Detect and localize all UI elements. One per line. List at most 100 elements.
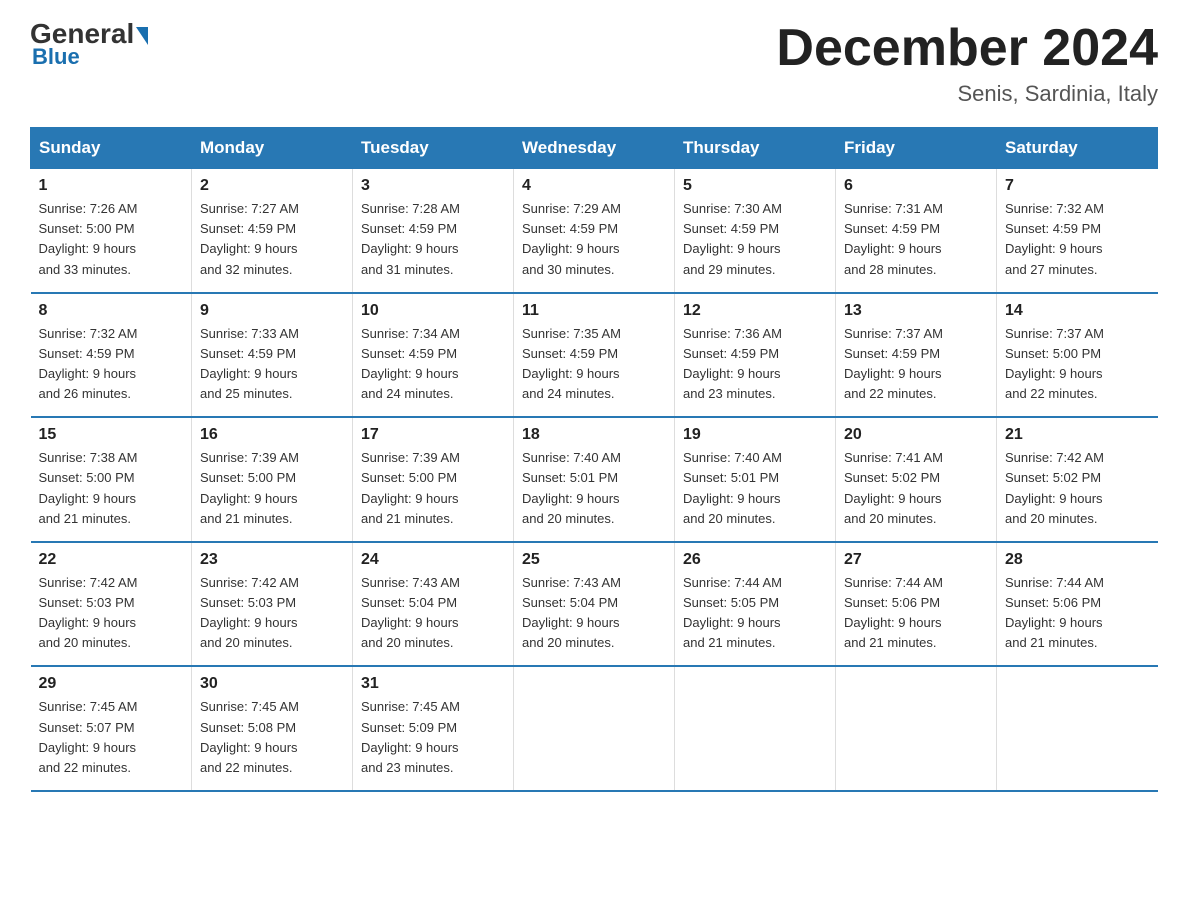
day-number: 20 [844,426,988,444]
day-info: Sunrise: 7:33 AM Sunset: 4:59 PM Dayligh… [200,324,344,405]
day-number: 28 [1005,551,1150,569]
day-info: Sunrise: 7:44 AM Sunset: 5:06 PM Dayligh… [844,573,988,654]
day-number: 27 [844,551,988,569]
day-number: 13 [844,302,988,320]
calendar-cell [997,666,1158,791]
header-day-tuesday: Tuesday [353,128,514,169]
day-info: Sunrise: 7:42 AM Sunset: 5:03 PM Dayligh… [39,573,184,654]
calendar-cell: 28 Sunrise: 7:44 AM Sunset: 5:06 PM Dayl… [997,542,1158,667]
calendar-cell: 23 Sunrise: 7:42 AM Sunset: 5:03 PM Dayl… [192,542,353,667]
day-number: 9 [200,302,344,320]
calendar-cell: 16 Sunrise: 7:39 AM Sunset: 5:00 PM Dayl… [192,417,353,542]
day-number: 3 [361,177,505,195]
logo-bottom: Blue [30,44,80,70]
day-info: Sunrise: 7:27 AM Sunset: 4:59 PM Dayligh… [200,199,344,280]
day-info: Sunrise: 7:34 AM Sunset: 4:59 PM Dayligh… [361,324,505,405]
calendar-cell: 14 Sunrise: 7:37 AM Sunset: 5:00 PM Dayl… [997,293,1158,418]
day-number: 16 [200,426,344,444]
day-info: Sunrise: 7:26 AM Sunset: 5:00 PM Dayligh… [39,199,184,280]
day-info: Sunrise: 7:31 AM Sunset: 4:59 PM Dayligh… [844,199,988,280]
calendar-week-3: 15 Sunrise: 7:38 AM Sunset: 5:00 PM Dayl… [31,417,1158,542]
day-info: Sunrise: 7:28 AM Sunset: 4:59 PM Dayligh… [361,199,505,280]
day-number: 5 [683,177,827,195]
day-info: Sunrise: 7:40 AM Sunset: 5:01 PM Dayligh… [683,448,827,529]
location: Senis, Sardinia, Italy [776,81,1158,107]
day-info: Sunrise: 7:39 AM Sunset: 5:00 PM Dayligh… [200,448,344,529]
header-day-friday: Friday [836,128,997,169]
calendar-header-row: SundayMondayTuesdayWednesdayThursdayFrid… [31,128,1158,169]
day-number: 21 [1005,426,1150,444]
day-number: 22 [39,551,184,569]
day-info: Sunrise: 7:45 AM Sunset: 5:08 PM Dayligh… [200,697,344,778]
day-info: Sunrise: 7:30 AM Sunset: 4:59 PM Dayligh… [683,199,827,280]
day-number: 25 [522,551,666,569]
day-number: 8 [39,302,184,320]
calendar-cell: 31 Sunrise: 7:45 AM Sunset: 5:09 PM Dayl… [353,666,514,791]
calendar-cell: 12 Sunrise: 7:36 AM Sunset: 4:59 PM Dayl… [675,293,836,418]
day-number: 23 [200,551,344,569]
calendar-cell: 27 Sunrise: 7:44 AM Sunset: 5:06 PM Dayl… [836,542,997,667]
calendar-cell: 8 Sunrise: 7:32 AM Sunset: 4:59 PM Dayli… [31,293,192,418]
day-info: Sunrise: 7:41 AM Sunset: 5:02 PM Dayligh… [844,448,988,529]
day-info: Sunrise: 7:29 AM Sunset: 4:59 PM Dayligh… [522,199,666,280]
header-day-thursday: Thursday [675,128,836,169]
day-number: 12 [683,302,827,320]
calendar-cell: 7 Sunrise: 7:32 AM Sunset: 4:59 PM Dayli… [997,169,1158,293]
calendar-week-2: 8 Sunrise: 7:32 AM Sunset: 4:59 PM Dayli… [31,293,1158,418]
day-info: Sunrise: 7:32 AM Sunset: 4:59 PM Dayligh… [1005,199,1150,280]
day-info: Sunrise: 7:37 AM Sunset: 5:00 PM Dayligh… [1005,324,1150,405]
calendar-cell: 29 Sunrise: 7:45 AM Sunset: 5:07 PM Dayl… [31,666,192,791]
logo: General Blue [30,20,148,70]
calendar-cell: 4 Sunrise: 7:29 AM Sunset: 4:59 PM Dayli… [514,169,675,293]
calendar-cell: 19 Sunrise: 7:40 AM Sunset: 5:01 PM Dayl… [675,417,836,542]
month-title: December 2024 [776,20,1158,77]
header-day-sunday: Sunday [31,128,192,169]
header-day-saturday: Saturday [997,128,1158,169]
day-number: 14 [1005,302,1150,320]
calendar-cell: 3 Sunrise: 7:28 AM Sunset: 4:59 PM Dayli… [353,169,514,293]
calendar-cell: 24 Sunrise: 7:43 AM Sunset: 5:04 PM Dayl… [353,542,514,667]
calendar-cell: 25 Sunrise: 7:43 AM Sunset: 5:04 PM Dayl… [514,542,675,667]
day-number: 4 [522,177,666,195]
day-number: 10 [361,302,505,320]
day-number: 18 [522,426,666,444]
day-info: Sunrise: 7:44 AM Sunset: 5:06 PM Dayligh… [1005,573,1150,654]
day-info: Sunrise: 7:36 AM Sunset: 4:59 PM Dayligh… [683,324,827,405]
day-number: 30 [200,675,344,693]
day-info: Sunrise: 7:42 AM Sunset: 5:02 PM Dayligh… [1005,448,1150,529]
calendar-cell: 20 Sunrise: 7:41 AM Sunset: 5:02 PM Dayl… [836,417,997,542]
day-number: 11 [522,302,666,320]
day-number: 7 [1005,177,1150,195]
calendar-cell: 17 Sunrise: 7:39 AM Sunset: 5:00 PM Dayl… [353,417,514,542]
day-info: Sunrise: 7:40 AM Sunset: 5:01 PM Dayligh… [522,448,666,529]
day-number: 2 [200,177,344,195]
day-number: 1 [39,177,184,195]
day-number: 15 [39,426,184,444]
day-number: 29 [39,675,184,693]
day-info: Sunrise: 7:45 AM Sunset: 5:09 PM Dayligh… [361,697,505,778]
day-number: 17 [361,426,505,444]
calendar-cell: 30 Sunrise: 7:45 AM Sunset: 5:08 PM Dayl… [192,666,353,791]
calendar-cell: 6 Sunrise: 7:31 AM Sunset: 4:59 PM Dayli… [836,169,997,293]
header-day-monday: Monday [192,128,353,169]
calendar-cell: 1 Sunrise: 7:26 AM Sunset: 5:00 PM Dayli… [31,169,192,293]
calendar-cell [675,666,836,791]
calendar-cell: 22 Sunrise: 7:42 AM Sunset: 5:03 PM Dayl… [31,542,192,667]
calendar-cell: 18 Sunrise: 7:40 AM Sunset: 5:01 PM Dayl… [514,417,675,542]
day-number: 6 [844,177,988,195]
calendar-cell: 2 Sunrise: 7:27 AM Sunset: 4:59 PM Dayli… [192,169,353,293]
calendar-cell [836,666,997,791]
calendar-cell: 10 Sunrise: 7:34 AM Sunset: 4:59 PM Dayl… [353,293,514,418]
day-number: 31 [361,675,505,693]
day-info: Sunrise: 7:39 AM Sunset: 5:00 PM Dayligh… [361,448,505,529]
day-info: Sunrise: 7:37 AM Sunset: 4:59 PM Dayligh… [844,324,988,405]
calendar-table: SundayMondayTuesdayWednesdayThursdayFrid… [30,127,1158,792]
day-info: Sunrise: 7:42 AM Sunset: 5:03 PM Dayligh… [200,573,344,654]
calendar-cell: 9 Sunrise: 7:33 AM Sunset: 4:59 PM Dayli… [192,293,353,418]
calendar-cell: 13 Sunrise: 7:37 AM Sunset: 4:59 PM Dayl… [836,293,997,418]
page-header: General Blue December 2024 Senis, Sardin… [30,20,1158,107]
calendar-cell: 15 Sunrise: 7:38 AM Sunset: 5:00 PM Dayl… [31,417,192,542]
day-number: 19 [683,426,827,444]
day-info: Sunrise: 7:43 AM Sunset: 5:04 PM Dayligh… [361,573,505,654]
day-info: Sunrise: 7:43 AM Sunset: 5:04 PM Dayligh… [522,573,666,654]
